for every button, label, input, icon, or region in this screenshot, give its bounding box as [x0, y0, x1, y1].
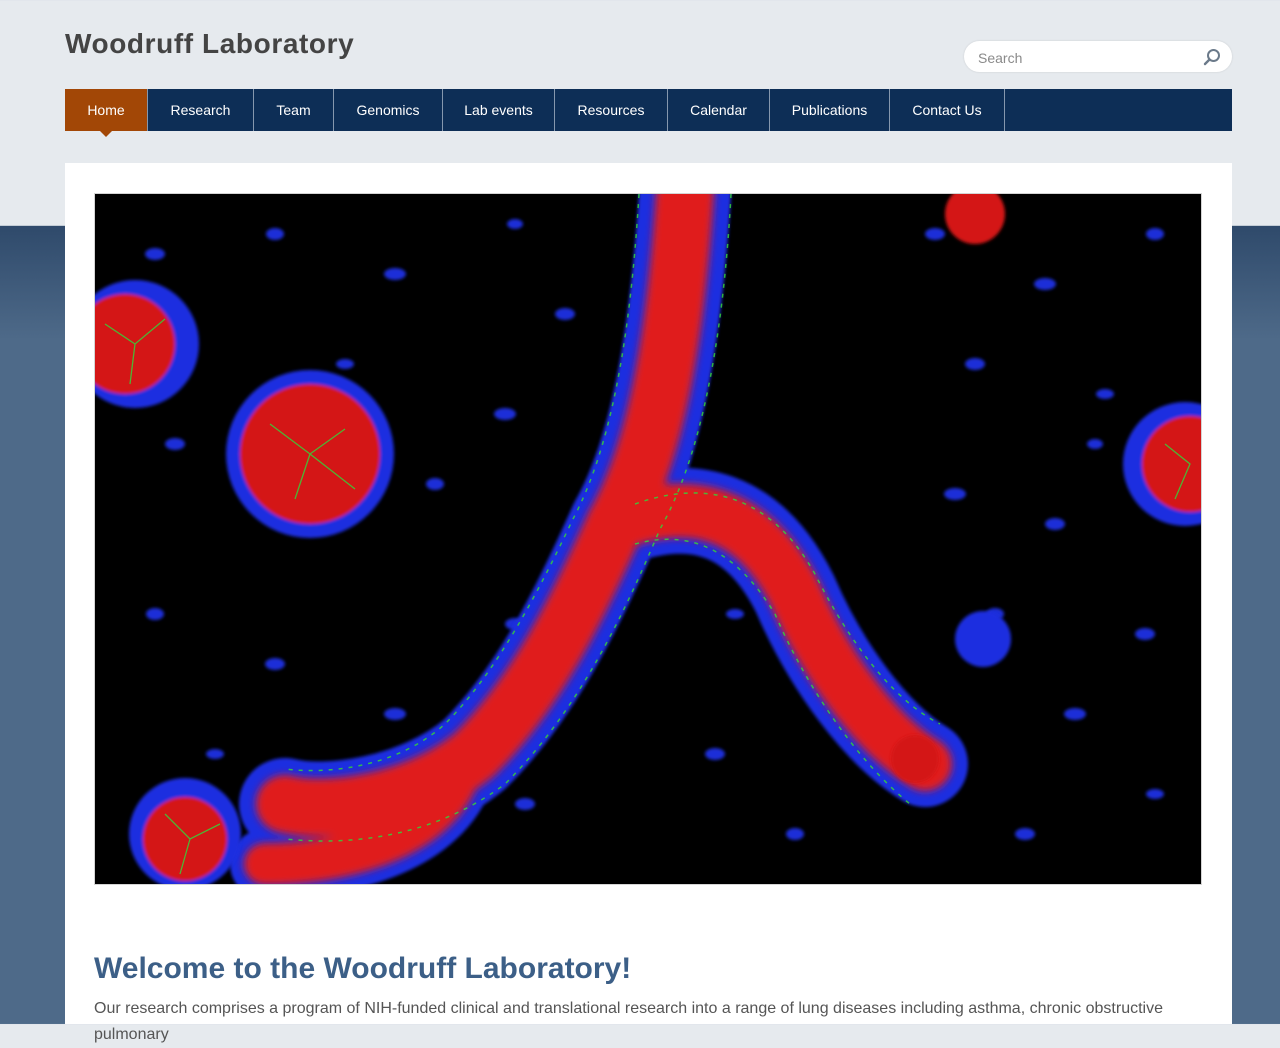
hero-image: [94, 193, 1202, 885]
nav-item-publications[interactable]: Publications: [770, 89, 890, 131]
nav-item-label: Team: [276, 102, 311, 118]
nav-item-research[interactable]: Research: [148, 89, 254, 131]
intro-paragraph: Our research comprises a program of NIH-…: [94, 1000, 1163, 1043]
search-box: [964, 41, 1232, 74]
main-content: Welcome to the Woodruff Laboratory! Our …: [65, 163, 1232, 1043]
site-title[interactable]: Woodruff Laboratory: [65, 28, 354, 60]
main-nav: Home Research Team Genomics Lab events R…: [65, 89, 1232, 137]
nav-item-home[interactable]: Home: [65, 89, 148, 137]
nav-item-team[interactable]: Team: [254, 89, 334, 131]
nav-item-label: Calendar: [690, 102, 747, 118]
nav-item-resources[interactable]: Resources: [555, 89, 668, 131]
microscopy-image: [95, 194, 1201, 884]
nav-item-genomics[interactable]: Genomics: [334, 89, 443, 131]
nav-item-label: Lab events: [464, 102, 533, 118]
nav-item-contact-us[interactable]: Contact Us: [890, 89, 1005, 131]
nav-item-calendar[interactable]: Calendar: [668, 89, 770, 131]
search-input[interactable]: [976, 41, 1200, 74]
nav-item-lab-events[interactable]: Lab events: [443, 89, 555, 131]
welcome-heading: Welcome to the Woodruff Laboratory!: [94, 952, 632, 985]
nav-item-label: Genomics: [356, 102, 420, 118]
nav-item-label: Publications: [791, 102, 868, 118]
nav-item-label: Resources: [577, 102, 645, 118]
search-icon[interactable]: [1203, 48, 1221, 66]
nav-item-label: Home: [87, 102, 125, 118]
nav-item-label: Research: [170, 102, 231, 118]
nav-item-label: Contact Us: [912, 102, 982, 118]
